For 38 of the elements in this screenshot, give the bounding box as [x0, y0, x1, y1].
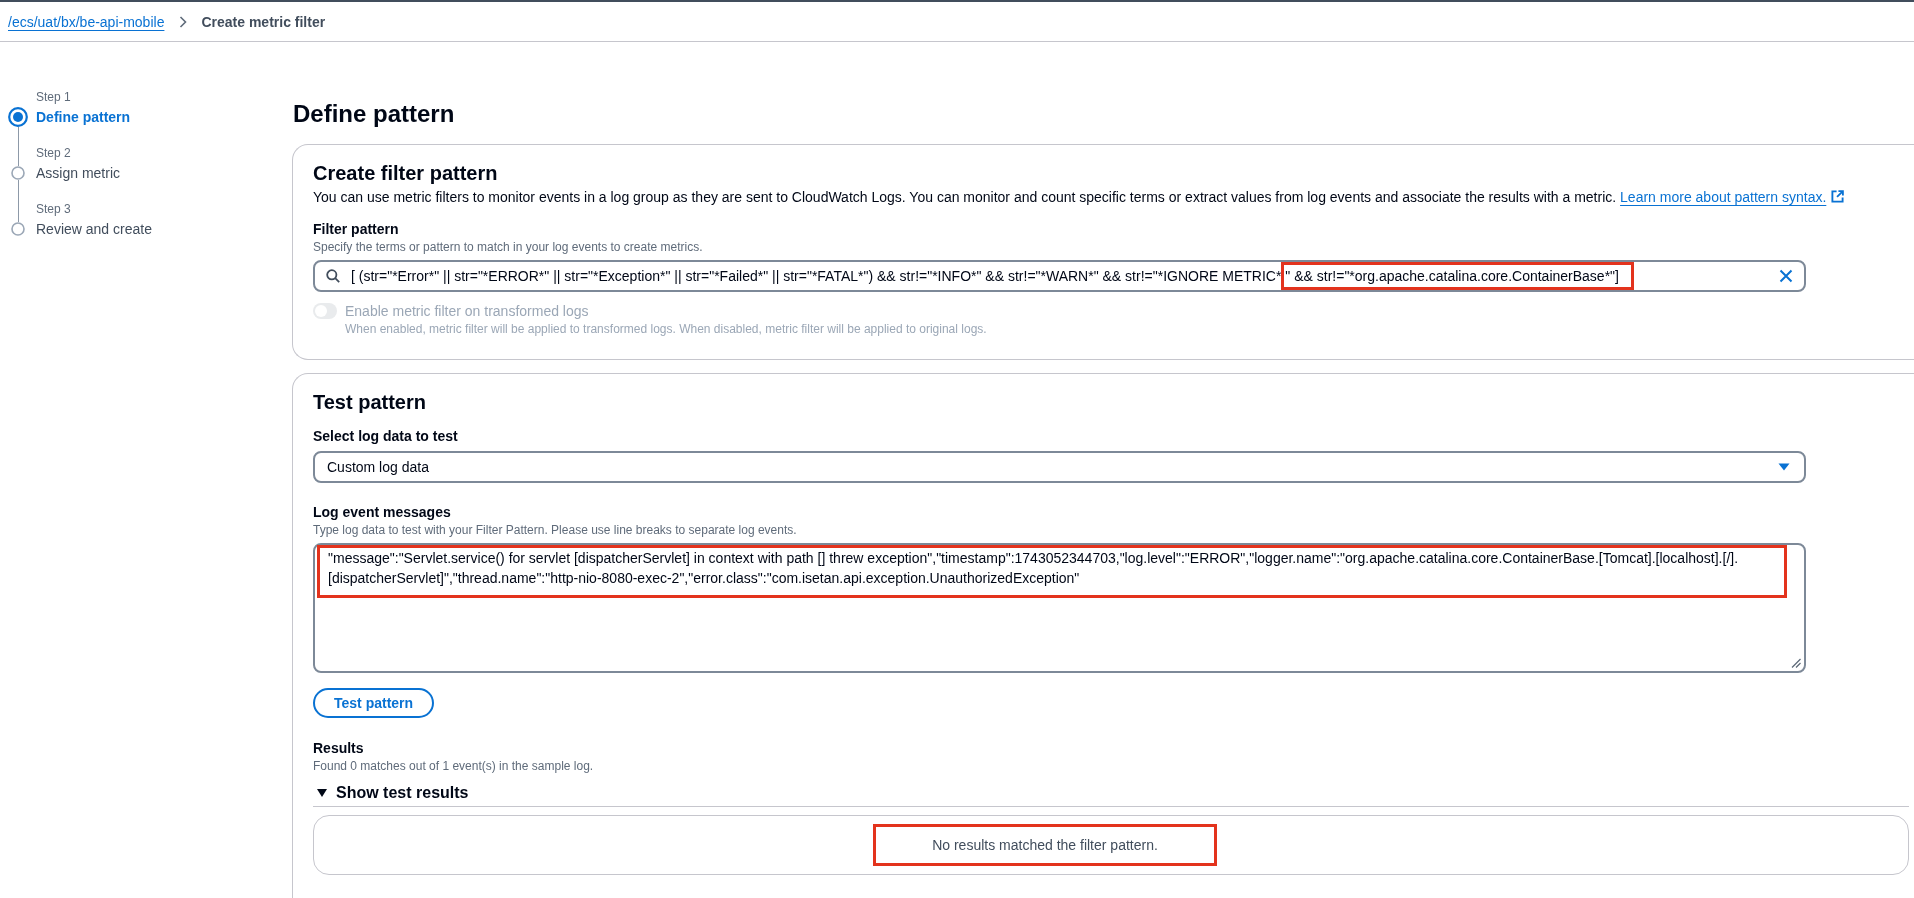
field-label: Filter pattern [313, 220, 399, 239]
field-hint: Type log data to test with your Filter Pattern. Please use line breaks to separate log events. [313, 522, 797, 538]
log-messages-field[interactable] [313, 543, 1806, 673]
test-pattern-button[interactable]: Test pattern [313, 688, 435, 718]
step-title: Define pattern [36, 108, 131, 127]
toggle-label: Enable metric filter on transformed logs [345, 302, 589, 321]
clear-button[interactable] [1779, 269, 1793, 283]
caret-down-icon [1778, 463, 1790, 471]
highlight-box: "message":"Servlet.service() for servlet [dispatcherServlet] in context with path [] threw exception","timestamp":1743052344703,"log.level":"ERROR","logger.name":"org.apache.catalina.core.ContainerBase.[Tomcat].[localhost].[/].[dispatcherServlet]","thread.name":"http-nio-8080-exec-2","error.class":"com.isetan.api.exception.UnauthorizedException" [317, 545, 1787, 598]
expander-toggle[interactable]: Show test results [313, 782, 469, 806]
step-label: Step 2 [36, 145, 71, 162]
log-source-select[interactable]: Custom log data [313, 451, 1806, 483]
page-heading: Define pattern [293, 99, 455, 129]
highlight-box: No results matched the filter pattern. [873, 824, 1217, 866]
chevron-right-icon [179, 14, 188, 29]
resize-handle-icon[interactable] [1791, 658, 1801, 668]
card-title: Test pattern [313, 390, 426, 414]
search-icon [326, 269, 340, 283]
breadcrumb-link[interactable]: /ecs/uat/bx/be-api-mobile [8, 11, 165, 32]
field-label: Log event messages [313, 503, 451, 522]
toggle-hint: When enabled, metric filter will be applied to transformed logs. When disabled, metric filter will be applied to original logs. [345, 321, 987, 337]
results-label: Results [313, 739, 364, 758]
step-title: Assign metric [36, 164, 121, 183]
filter-pattern-field[interactable]: [ (str="*Error*" || str="*ERROR*" || str="*Exception*" || str="*Failed*" || str="*FATAL*") && str!="*INFO*" && str!="*WARN*" && str!="*IGNORE METRIC* " && str!="*org.apache.catalina.core.ContainerBase*"] [313, 260, 1806, 292]
close-icon [1779, 269, 1793, 283]
card-title: Create filter pattern [313, 161, 498, 185]
field-hint: Specify the terms or pattern to match in your log events to create metrics. [313, 239, 703, 255]
results-summary: Found 0 matches out of 1 event(s) in the sample log. [313, 758, 594, 774]
description-text: You can use metric filters to monitor events in a log group as they are sent to CloudWatch Logs. You can monitor and count specific terms or extract values from log events and associate the results with a metric. Learn more about pattern syntax. [313, 187, 1845, 207]
highlight-box: " && str!="*org.apache.catalina.core.ContainerBase*"] [1281, 262, 1634, 290]
breadcrumb-current: Create metric filter [201, 12, 326, 32]
field-label: Select log data to test [313, 427, 458, 446]
step-label: Step 3 [36, 201, 71, 218]
external-link-icon [1831, 190, 1845, 203]
step-title: Review and create [36, 220, 152, 239]
step-label: Step 1 [36, 89, 71, 106]
learn-more-link[interactable]: Learn more about pattern syntax. [1620, 189, 1845, 205]
caret-down-icon [317, 789, 327, 797]
